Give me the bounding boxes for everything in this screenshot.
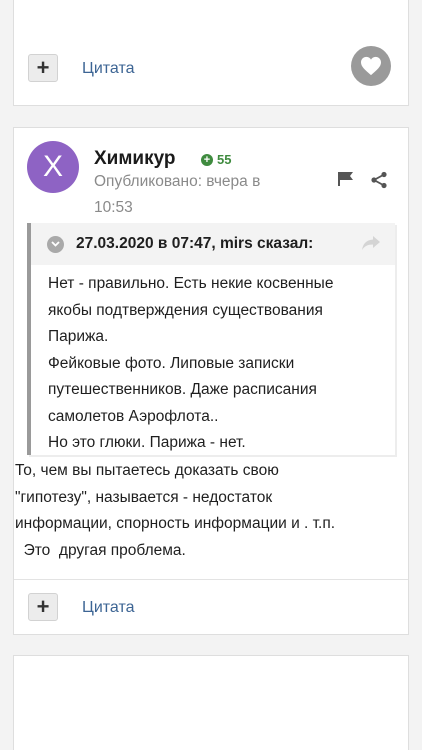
plus-circle-icon: + xyxy=(201,153,213,166)
quote-link[interactable]: Цитата xyxy=(82,60,135,78)
quote-line: Фейковые фото. Липовые записки xyxy=(48,354,295,372)
author-name[interactable]: Химикур xyxy=(94,148,176,170)
quote-link[interactable]: Цитата xyxy=(82,599,135,617)
reputation-count: 55 xyxy=(217,152,232,167)
quote-block: 27.03.2020 в 07:47, mirs сказал: Нет - п… xyxy=(27,223,395,455)
previous-post-card: + Цитата xyxy=(13,0,409,106)
quote-citation: 27.03.2020 в 07:47, mirs сказал: xyxy=(76,235,314,252)
heart-icon xyxy=(361,56,381,76)
post-line: "гипотезу", называется - недостаток xyxy=(15,488,273,506)
flag-icon[interactable] xyxy=(337,171,355,187)
share-icon[interactable] xyxy=(370,171,388,189)
post-line: То, чем вы пытаетесь доказать свою xyxy=(15,462,279,479)
chevron-down-icon[interactable] xyxy=(47,235,64,253)
post-line: Это другая проблема. xyxy=(15,541,186,559)
published-time[interactable]: 10:53 xyxy=(94,195,304,221)
divider xyxy=(14,579,408,580)
quote-line: самолетов Аэрофлота.. xyxy=(48,407,219,425)
quote-line: Парижа. xyxy=(48,328,109,345)
quote-text: Нет - правильно. Есть некие косвенные як… xyxy=(31,265,395,457)
reputation-badge: + 55 xyxy=(201,152,231,167)
post-card: Х Химикур + 55 Опубликовано: вчера в 10:… xyxy=(13,127,409,635)
reply-arrow-icon[interactable] xyxy=(361,235,381,251)
quote-header[interactable]: 27.03.2020 в 07:47, mirs сказал: xyxy=(31,223,395,265)
add-quote-button[interactable]: + xyxy=(28,593,58,621)
next-post-card xyxy=(13,655,409,750)
avatar[interactable]: Х xyxy=(27,141,79,193)
post-line: информации, спорность информации и . т.п… xyxy=(15,515,336,532)
like-button[interactable] xyxy=(351,46,391,86)
quote-line: якобы подтверждения существования xyxy=(48,301,323,319)
add-quote-button[interactable]: + xyxy=(28,54,58,82)
published-date: Опубликовано: вчера в xyxy=(94,173,261,190)
post-text: То, чем вы пытаетесь доказать свою "гипо… xyxy=(14,458,406,564)
quote-line: Но это глюки. Парижа - нет. xyxy=(48,434,246,451)
quote-line: Нет - правильно. Есть некие косвенные xyxy=(48,275,334,292)
published-info: Опубликовано: вчера в 10:53 xyxy=(94,169,304,221)
quote-line: путешественников. Даже расписания xyxy=(48,381,317,398)
